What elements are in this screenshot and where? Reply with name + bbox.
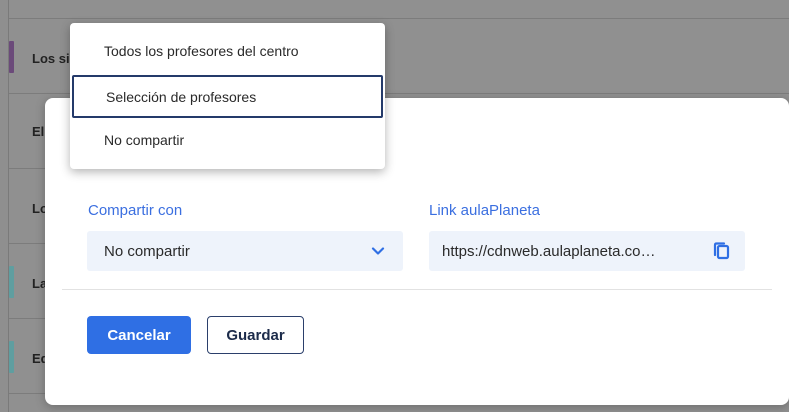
thumbnail — [9, 341, 14, 373]
share-with-label: Compartir con — [88, 202, 183, 219]
copy-icon[interactable] — [711, 241, 731, 261]
dropdown-option-teacher-selection[interactable]: Selección de profesores — [72, 75, 383, 118]
dropdown-option-no-share[interactable]: No compartir — [70, 118, 385, 161]
cancel-button[interactable]: Cancelar — [87, 316, 191, 354]
thumbnail — [9, 41, 14, 73]
dropdown-option-all-teachers[interactable]: Todos los profesores del centro — [70, 29, 385, 72]
modal-divider — [62, 289, 772, 290]
link-label: Link aulaPlaneta — [429, 202, 540, 219]
save-button[interactable]: Guardar — [207, 316, 304, 354]
option-label: Selección de profesores — [106, 89, 257, 105]
link-field[interactable]: https://cdnweb.aulaplaneta.co… — [429, 231, 745, 271]
link-value: https://cdnweb.aulaplaneta.co… — [442, 243, 656, 260]
list-item-title: Los si — [32, 51, 70, 66]
share-with-value: No compartir — [104, 243, 190, 260]
share-with-dropdown: Todos los profesores del centro Selecció… — [70, 23, 385, 169]
option-label: Todos los profesores del centro — [104, 43, 299, 59]
list-item-title: El — [32, 124, 45, 139]
thumbnail — [9, 266, 14, 298]
screen: Los si El Lo La Ed Compartir con No comp… — [0, 0, 789, 412]
chevron-down-icon — [371, 247, 385, 255]
share-with-select[interactable]: No compartir — [87, 231, 403, 271]
option-label: No compartir — [104, 132, 185, 148]
